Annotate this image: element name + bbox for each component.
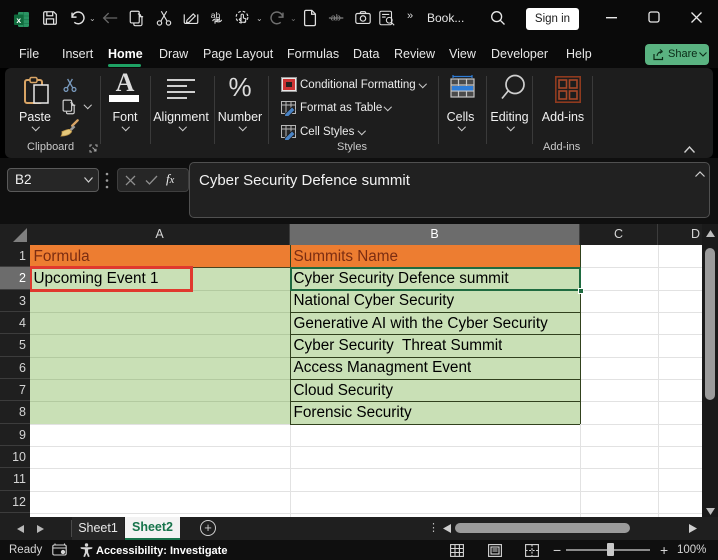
svg-text:x: x xyxy=(16,15,21,25)
